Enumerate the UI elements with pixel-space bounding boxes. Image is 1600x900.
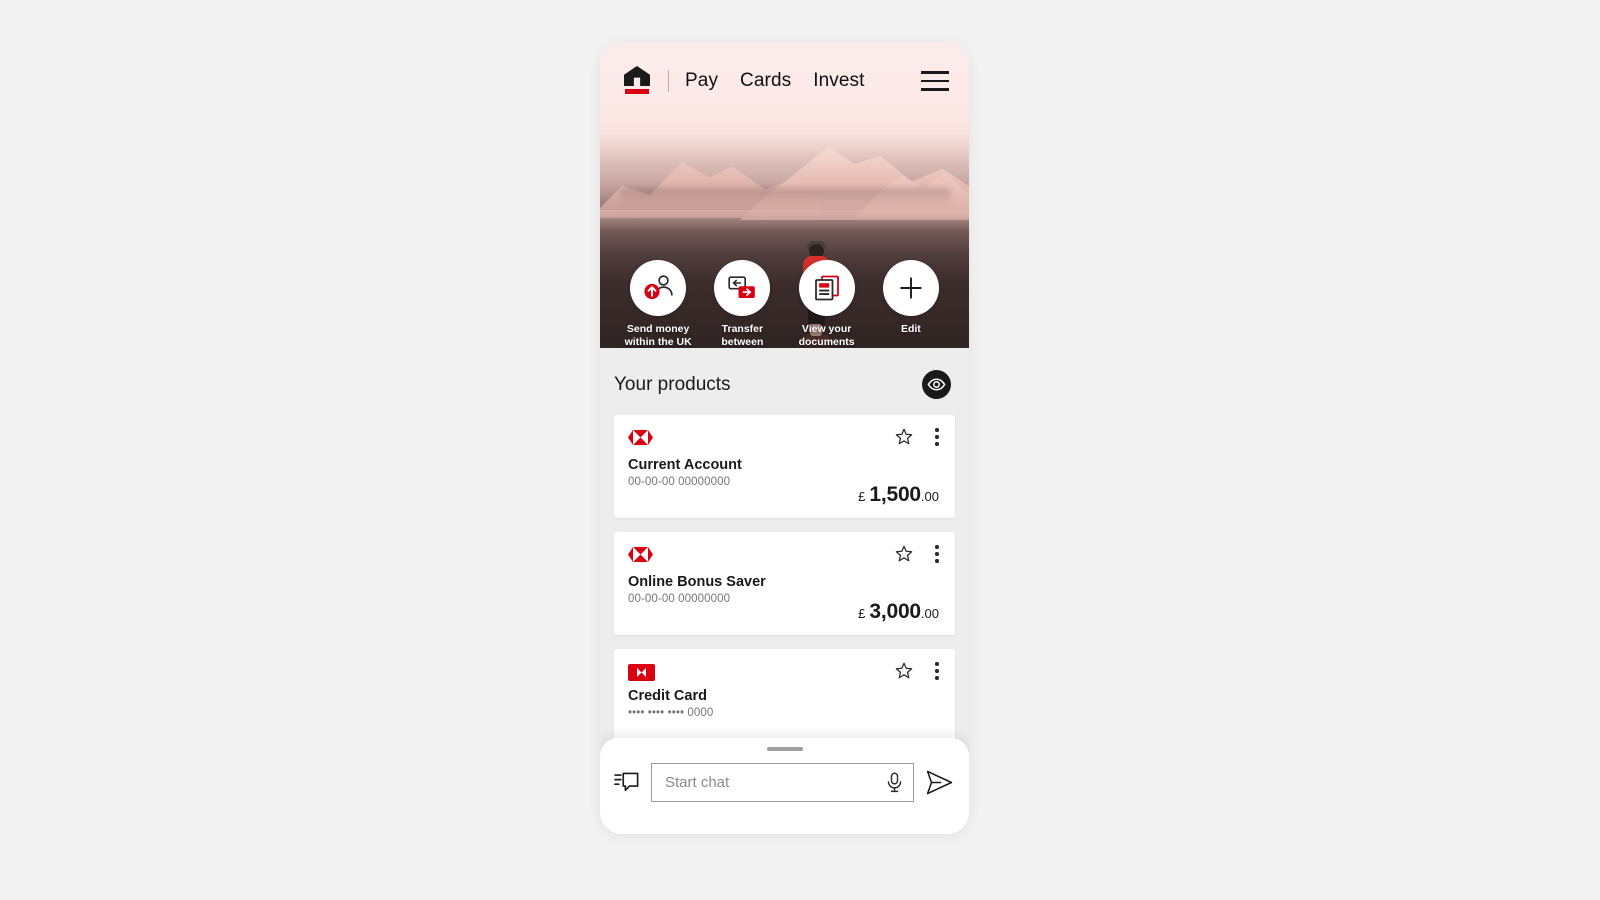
search-input[interactable] xyxy=(665,774,880,791)
card-header-row xyxy=(628,662,939,681)
quick-action-label: View your documents xyxy=(798,323,855,348)
star-glyph xyxy=(895,662,913,679)
send-icon[interactable] xyxy=(926,770,953,795)
hsbc-logo-glyph xyxy=(628,547,653,562)
chat-bar xyxy=(600,751,969,802)
hamburger-line xyxy=(921,71,949,74)
eye-icon[interactable] xyxy=(922,370,951,399)
hamburger-line xyxy=(921,79,949,83)
microphone-icon[interactable] xyxy=(880,772,903,793)
card-action-icons xyxy=(895,662,939,680)
documents-icon xyxy=(814,275,839,301)
page-title: Your products xyxy=(614,373,731,395)
star-outline-icon[interactable] xyxy=(895,428,913,446)
product-balance: £ 3,000 .00 xyxy=(858,600,939,624)
home-active-indicator xyxy=(625,89,649,94)
nav-divider xyxy=(668,70,669,92)
card-action-icons xyxy=(895,428,939,446)
transfer-accounts-icon xyxy=(728,276,756,298)
more-vertical-icon[interactable] xyxy=(935,662,939,680)
nav-link-invest[interactable]: Invest xyxy=(813,70,864,92)
hsbc-badge-bg xyxy=(628,664,655,681)
nav-link-pay[interactable]: Pay xyxy=(685,70,718,92)
nav-links: Pay Cards Invest xyxy=(685,70,865,92)
chat-list-glyph xyxy=(614,772,639,792)
send-glyph xyxy=(926,770,953,795)
star-outline-icon[interactable] xyxy=(895,545,913,563)
product-card-online-bonus-saver[interactable]: Online Bonus Saver 00-00-00 00000000 £ 3… xyxy=(614,532,955,635)
hsbc-card-badge-icon xyxy=(628,664,655,681)
nav-link-cards[interactable]: Cards xyxy=(740,70,791,92)
chat-list-icon[interactable] xyxy=(614,771,639,794)
plus-icon xyxy=(900,277,922,299)
home-roof-shape xyxy=(624,66,650,86)
quick-action-circle xyxy=(798,260,855,316)
phone-frame: Pay Cards Invest Send money within the U… xyxy=(600,42,969,834)
quick-action-label: Send money within the UK xyxy=(624,323,692,348)
product-card-current-account[interactable]: Current Account 00-00-00 00000000 £ 1,50… xyxy=(614,415,955,518)
quick-action-circle xyxy=(714,260,771,316)
product-balance: £ 1,500 .00 xyxy=(858,483,939,507)
mountain-shadow xyxy=(620,188,950,206)
more-vertical-icon[interactable] xyxy=(935,428,939,446)
star-outline-icon[interactable] xyxy=(895,662,913,680)
product-card-credit-card[interactable]: Credit Card •••• •••• •••• 0000 xyxy=(614,649,955,752)
eye-glyph xyxy=(927,378,946,391)
chat-bottom-sheet xyxy=(600,738,969,834)
water-reflection xyxy=(600,210,969,254)
currency-symbol: £ xyxy=(858,606,866,621)
balance-whole: 1,500 xyxy=(869,483,921,506)
kebab-dots xyxy=(935,545,939,563)
hero-banner-image: Pay Cards Invest Send money within the U… xyxy=(600,42,969,348)
quick-action-label: Transfer between accounts xyxy=(721,323,764,348)
microphone-glyph xyxy=(887,772,902,793)
balance-cents: .00 xyxy=(920,489,939,504)
more-vertical-icon[interactable] xyxy=(935,545,939,563)
star-glyph xyxy=(895,545,913,562)
quick-action-transfer[interactable]: Transfer between accounts xyxy=(705,260,779,348)
card-action-icons xyxy=(895,545,939,563)
hsbc-hexagon-icon xyxy=(628,547,653,567)
quick-actions-row: Send money within the UK Transfer betwee… xyxy=(600,260,969,348)
screenshot-canvas: Pay Cards Invest Send money within the U… xyxy=(0,0,1600,900)
hamburger-line xyxy=(921,88,949,91)
card-header-row xyxy=(628,545,939,567)
hsbc-logo-glyph xyxy=(628,430,653,445)
balance-whole: 3,000 xyxy=(869,600,921,623)
product-number: •••• •••• •••• 0000 xyxy=(628,707,714,719)
currency-symbol: £ xyxy=(858,489,866,504)
quick-action-circle xyxy=(882,260,939,316)
quick-action-label: Edit xyxy=(900,323,921,335)
hsbc-hexagon-icon xyxy=(628,430,653,450)
kebab-dots xyxy=(935,662,939,680)
card-header-row xyxy=(628,428,939,450)
product-name: Credit Card xyxy=(628,688,707,704)
kebab-dots xyxy=(935,428,939,446)
product-name: Online Bonus Saver xyxy=(628,574,766,590)
product-name: Current Account xyxy=(628,457,742,473)
products-header: Your products xyxy=(600,370,969,399)
chat-input-container[interactable] xyxy=(651,763,914,802)
hsbc-logo-glyph xyxy=(634,668,649,677)
quick-action-documents[interactable]: View your documents xyxy=(790,260,864,348)
top-navigation-bar: Pay Cards Invest xyxy=(600,42,969,120)
star-glyph xyxy=(895,428,913,445)
send-money-person-icon xyxy=(644,275,673,300)
home-icon[interactable] xyxy=(624,66,650,96)
quick-action-circle xyxy=(630,260,687,316)
hamburger-menu-icon[interactable] xyxy=(921,71,949,91)
balance-cents: .00 xyxy=(920,606,939,621)
quick-action-edit[interactable]: Edit xyxy=(874,260,948,348)
quick-action-send-money[interactable]: Send money within the UK xyxy=(621,260,695,348)
